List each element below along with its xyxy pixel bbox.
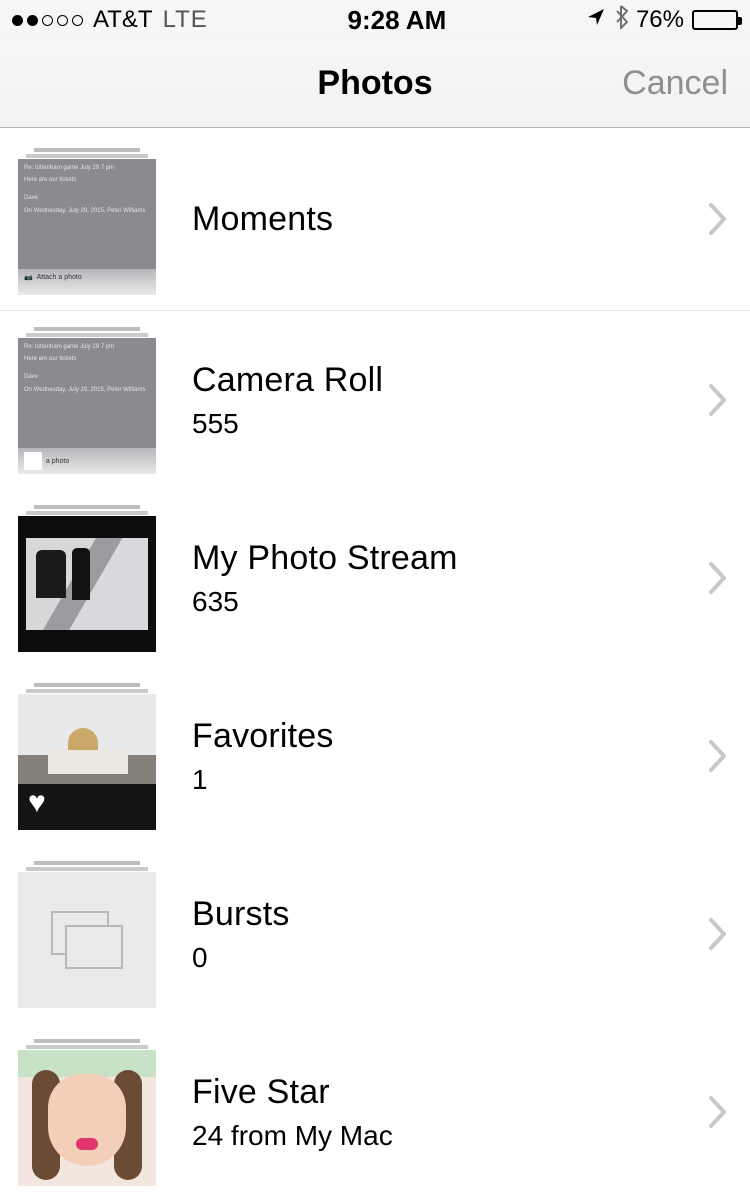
- album-row-photo-stream[interactable]: My Photo Stream 635: [0, 489, 750, 667]
- album-thumbnail: [18, 504, 156, 652]
- battery-icon: [692, 10, 738, 30]
- heart-icon: ♥: [28, 786, 46, 820]
- status-right: 76%: [586, 5, 738, 36]
- album-list: Re: tottenham game July 29 7 pm Here are…: [0, 128, 750, 1201]
- location-icon: [586, 6, 606, 34]
- album-row-moments[interactable]: Re: tottenham game July 29 7 pm Here are…: [0, 128, 750, 311]
- album-title: Five Star: [192, 1073, 690, 1112]
- album-thumbnail: Re: tottenham game July 29 7 pm Here are…: [18, 147, 156, 295]
- album-title: Camera Roll: [192, 361, 690, 400]
- bluetooth-icon: [614, 5, 628, 36]
- album-row-bursts[interactable]: Bursts 0: [0, 845, 750, 1023]
- album-thumbnail: [18, 860, 156, 1008]
- album-count: 555: [192, 408, 690, 440]
- page-title: Photos: [317, 64, 432, 103]
- signal-strength-icon: [12, 15, 83, 26]
- battery-percent: 76%: [636, 6, 684, 34]
- status-left: AT&T LTE: [12, 6, 208, 34]
- album-row-favorites[interactable]: ♥ Favorites 1: [0, 667, 750, 845]
- album-title: My Photo Stream: [192, 539, 690, 578]
- chevron-right-icon: [708, 561, 728, 595]
- chevron-right-icon: [708, 917, 728, 951]
- status-bar: AT&T LTE 9:28 AM 76%: [0, 0, 750, 40]
- album-count: 24 from My Mac: [192, 1120, 690, 1152]
- network-label: LTE: [163, 6, 208, 34]
- album-count: 635: [192, 586, 690, 618]
- cancel-button[interactable]: Cancel: [622, 64, 728, 103]
- chevron-right-icon: [708, 1095, 728, 1129]
- album-thumbnail: Re: tottenham game July 29 7 pm Here are…: [18, 326, 156, 474]
- chevron-right-icon: [708, 202, 728, 236]
- nav-bar: Photos Cancel: [0, 40, 750, 128]
- album-thumbnail: [18, 1038, 156, 1186]
- album-title: Moments: [192, 200, 333, 239]
- chevron-right-icon: [708, 739, 728, 773]
- album-row-camera-roll[interactable]: Re: tottenham game July 29 7 pm Here are…: [0, 311, 750, 489]
- clock: 9:28 AM: [348, 5, 447, 36]
- album-thumbnail: ♥: [18, 682, 156, 830]
- album-count: 1: [192, 764, 690, 796]
- album-title: Bursts: [192, 895, 690, 934]
- carrier-label: AT&T: [93, 6, 153, 34]
- chevron-right-icon: [708, 383, 728, 417]
- album-row-five-star[interactable]: Five Star 24 from My Mac: [0, 1023, 750, 1201]
- album-count: 0: [192, 942, 690, 974]
- album-title: Favorites: [192, 717, 690, 756]
- bursts-placeholder-icon: [51, 911, 123, 969]
